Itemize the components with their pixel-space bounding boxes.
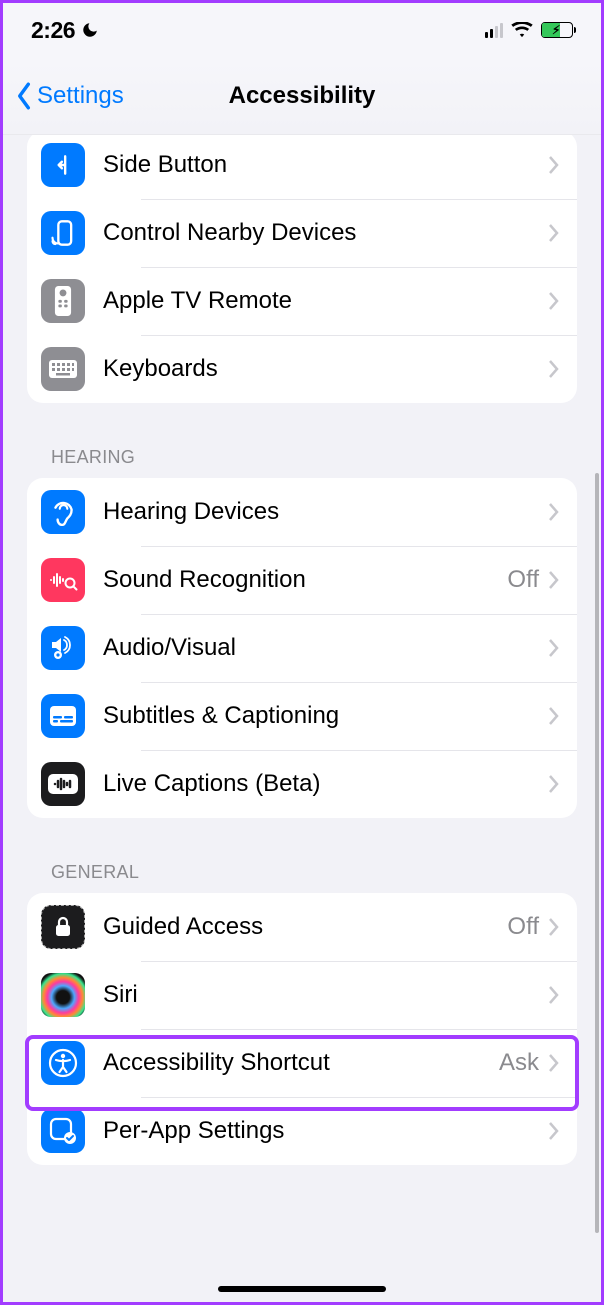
home-indicator[interactable]: [218, 1286, 386, 1292]
chevron-right-icon: [547, 1121, 559, 1141]
chevron-right-icon: [547, 570, 559, 590]
row-label: Sound Recognition: [103, 566, 507, 594]
row-side-button[interactable]: Side Button: [27, 135, 577, 199]
row-per-app-settings[interactable]: Per-App Settings: [27, 1097, 577, 1165]
row-label: Live Captions (Beta): [103, 770, 547, 798]
row-label: Per-App Settings: [103, 1117, 547, 1145]
status-time: 2:26: [31, 17, 75, 44]
sound-recognition-icon: [41, 558, 85, 602]
accessibility-shortcut-icon: [41, 1041, 85, 1085]
row-keyboards[interactable]: Keyboards: [27, 335, 577, 403]
side-button-icon: [41, 143, 85, 187]
row-label: Guided Access: [103, 913, 507, 941]
navigation-header: Settings Accessibility: [3, 57, 601, 135]
row-subtitles-captioning[interactable]: Subtitles & Captioning: [27, 682, 577, 750]
section-header-general: GENERAL: [27, 862, 577, 893]
scrollbar-indicator: [595, 473, 599, 1233]
chevron-right-icon: [547, 917, 559, 937]
guided-access-icon: [41, 905, 85, 949]
row-audio-visual[interactable]: Audio/Visual: [27, 614, 577, 682]
row-label: Subtitles & Captioning: [103, 702, 547, 730]
row-siri[interactable]: Siri: [27, 961, 577, 1029]
chevron-right-icon: [547, 985, 559, 1005]
subtitles-captioning-icon: [41, 694, 85, 738]
row-label: Control Nearby Devices: [103, 219, 547, 247]
chevron-right-icon: [547, 359, 559, 379]
row-guided-access[interactable]: Guided Access Off: [27, 893, 577, 961]
section-header-hearing: HEARING: [27, 447, 577, 478]
per-app-settings-icon: [41, 1109, 85, 1153]
chevron-right-icon: [547, 502, 559, 522]
row-sound-recognition[interactable]: Sound Recognition Off: [27, 546, 577, 614]
live-captions-icon: [41, 762, 85, 806]
chevron-right-icon: [547, 706, 559, 726]
row-apple-tv-remote[interactable]: Apple TV Remote: [27, 267, 577, 335]
row-label: Accessibility Shortcut: [103, 1049, 499, 1077]
chevron-right-icon: [547, 291, 559, 311]
row-label: Keyboards: [103, 355, 547, 383]
status-bar: 2:26 ⚡︎: [3, 3, 601, 57]
row-label: Side Button: [103, 151, 547, 179]
hearing-devices-icon: [41, 490, 85, 534]
cellular-signal-icon: [485, 23, 503, 38]
row-label: Audio/Visual: [103, 634, 547, 662]
do-not-disturb-moon-icon: [81, 21, 99, 39]
row-control-nearby-devices[interactable]: Control Nearby Devices: [27, 199, 577, 267]
control-nearby-devices-icon: [41, 211, 85, 255]
apple-tv-remote-icon: [41, 279, 85, 323]
row-live-captions[interactable]: Live Captions (Beta): [27, 750, 577, 818]
back-label: Settings: [37, 82, 124, 110]
row-value: Off: [507, 566, 539, 594]
audio-visual-icon: [41, 626, 85, 670]
chevron-left-icon: [13, 81, 35, 111]
settings-scroll-area[interactable]: Side Button Control Nearby Devices Apple…: [3, 135, 601, 1302]
row-value: Ask: [499, 1049, 539, 1077]
chevron-right-icon: [547, 638, 559, 658]
siri-icon: [41, 973, 85, 1017]
back-button[interactable]: Settings: [3, 81, 124, 111]
row-hearing-devices[interactable]: Hearing Devices: [27, 478, 577, 546]
wifi-icon: [511, 22, 533, 38]
row-value: Off: [507, 913, 539, 941]
chevron-right-icon: [547, 155, 559, 175]
chevron-right-icon: [547, 774, 559, 794]
row-label: Siri: [103, 981, 547, 1009]
chevron-right-icon: [547, 223, 559, 243]
chevron-right-icon: [547, 1053, 559, 1073]
row-label: Apple TV Remote: [103, 287, 547, 315]
battery-charging-icon: ⚡︎: [541, 22, 573, 38]
row-accessibility-shortcut[interactable]: Accessibility Shortcut Ask: [27, 1029, 577, 1097]
keyboards-icon: [41, 347, 85, 391]
row-label: Hearing Devices: [103, 498, 547, 526]
